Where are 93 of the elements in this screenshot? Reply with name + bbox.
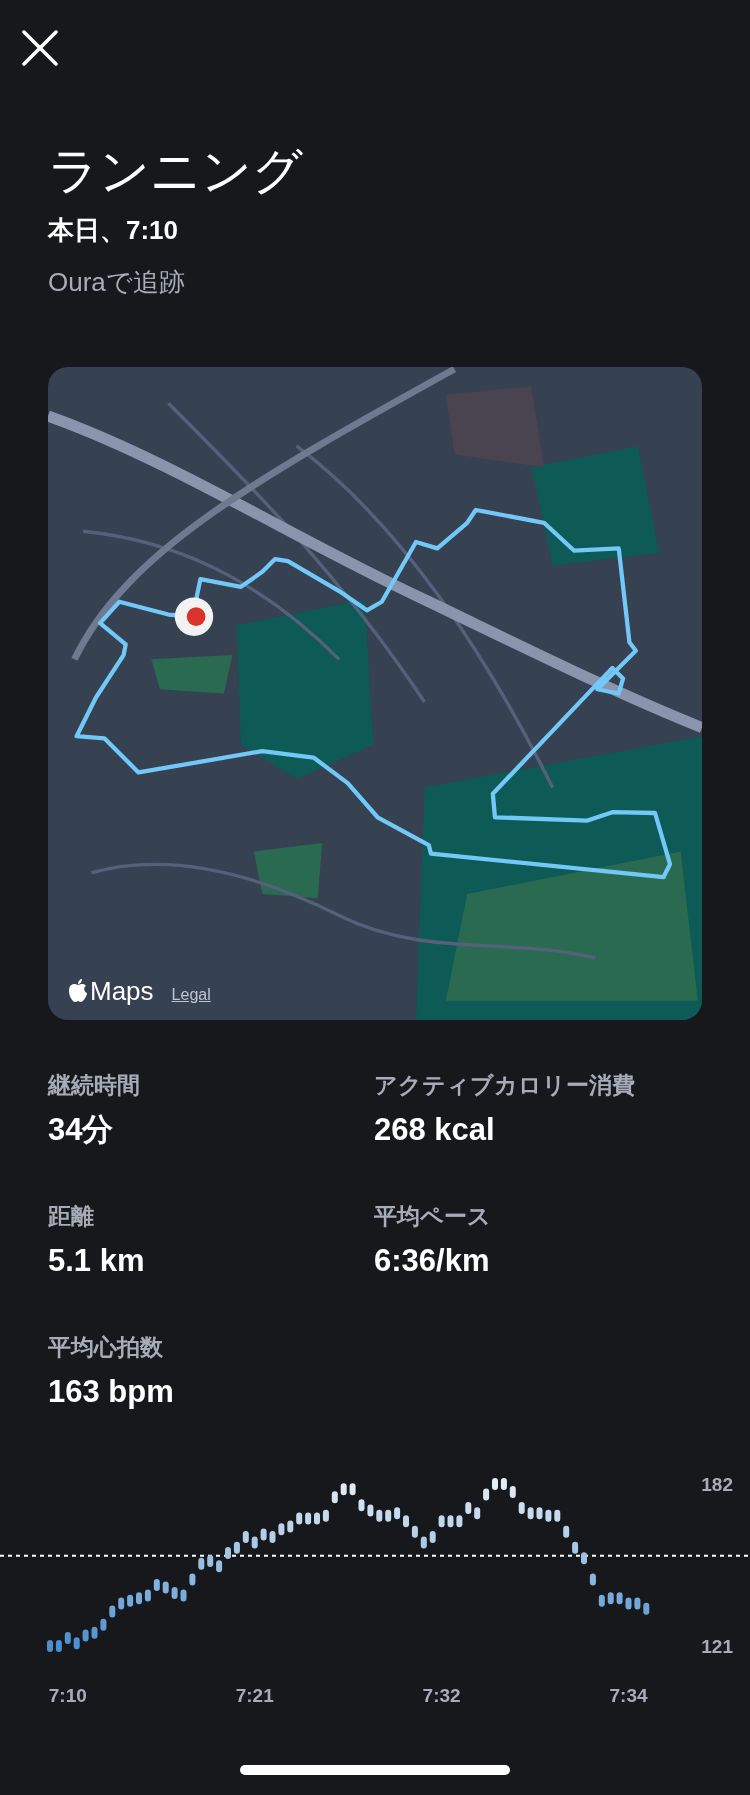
heart-rate-mark [296, 1512, 303, 1525]
x-tick-label: 7:32 [422, 1685, 461, 1706]
heart-rate-mark [607, 1592, 614, 1605]
heart-rate-mark [287, 1520, 294, 1533]
heart-rate-mark [153, 1578, 160, 1591]
stat-value: 6:36/km [374, 1242, 491, 1280]
y-tick-label: 121 [701, 1636, 733, 1657]
workout-date: 本日、7:10 [48, 214, 180, 247]
heart-rate-mark [420, 1536, 427, 1549]
heart-rate-mark [198, 1557, 205, 1570]
heart-rate-mark [109, 1605, 116, 1618]
heart-rate-mark [536, 1507, 543, 1520]
heart-rate-mark [127, 1594, 134, 1607]
heart-rate-mark [162, 1581, 169, 1594]
y-tick-label: 182 [701, 1474, 733, 1495]
x-tick-label: 7:21 [235, 1685, 274, 1706]
stat-value: 34分 [48, 1111, 115, 1149]
heart-rate-mark [242, 1531, 249, 1544]
close-icon [22, 30, 58, 66]
heart-rate-mark [500, 1478, 507, 1490]
heart-rate-mark [554, 1509, 561, 1522]
heart-rate-mark [465, 1501, 472, 1514]
heart-rate-mark [47, 1640, 53, 1652]
stat-label: 距離 [48, 1202, 95, 1231]
x-tick-label: 7:34 [609, 1685, 648, 1706]
heart-rate-mark [260, 1528, 267, 1541]
heart-rate-mark [100, 1618, 107, 1631]
heart-rate-mark [598, 1594, 605, 1607]
apple-icon [68, 979, 88, 1003]
heart-rate-mark [616, 1592, 623, 1605]
heart-rate-mark [305, 1512, 312, 1525]
heart-rate-mark [483, 1488, 490, 1501]
heart-rate-mark [73, 1637, 80, 1650]
heart-rate-mark [589, 1573, 596, 1586]
maps-logo: Maps [68, 976, 154, 1006]
heart-rate-mark [91, 1626, 98, 1639]
heart-rate-mark [643, 1602, 650, 1615]
close-button[interactable] [20, 28, 60, 68]
heart-rate-mark [207, 1555, 214, 1567]
heart-rate-mark [581, 1552, 587, 1565]
heart-rate-mark [509, 1485, 516, 1498]
heart-rate-mark [518, 1501, 525, 1514]
heart-rate-mark [225, 1547, 231, 1560]
heart-rate-mark [358, 1499, 365, 1512]
heart-rate-mark [216, 1560, 223, 1573]
heart-rate-mark [314, 1512, 320, 1525]
legal-link[interactable]: Legal [171, 984, 211, 1006]
heart-rate-mark [456, 1515, 463, 1528]
heart-rate-mark [340, 1483, 347, 1496]
heart-rate-mark [278, 1523, 285, 1536]
heart-rate-mark [349, 1483, 356, 1496]
stat-value: 268 kcal [374, 1111, 496, 1149]
heart-rate-mark [64, 1632, 71, 1645]
heart-rate-mark [634, 1597, 641, 1610]
heart-rate-mark [189, 1573, 196, 1586]
heart-rate-mark [55, 1640, 62, 1652]
heart-rate-mark [429, 1531, 436, 1544]
heart-rate-mark [118, 1597, 125, 1610]
heart-rate-mark [474, 1507, 481, 1520]
heart-rate-mark [251, 1536, 258, 1549]
heart-rate-mark [572, 1541, 579, 1554]
heart-rate-mark [171, 1586, 178, 1599]
heart-rate-mark [492, 1478, 498, 1490]
heart-rate-mark [411, 1525, 418, 1538]
heart-rate-mark [144, 1589, 151, 1602]
heart-rate-mark [269, 1531, 276, 1544]
heart-rate-mark [82, 1629, 89, 1642]
heart-rate-mark [136, 1592, 142, 1605]
x-tick-label: 7:10 [48, 1685, 87, 1706]
heart-rate-mark [322, 1509, 329, 1522]
heart-rate-mark [233, 1541, 240, 1554]
heart-rate-mark [385, 1509, 392, 1522]
heart-rate-mark [394, 1507, 401, 1520]
route-map[interactable]: Maps Legal [48, 367, 702, 1020]
stat-label: 平均ペース [374, 1202, 492, 1231]
heart-rate-mark [625, 1597, 632, 1610]
heart-rate-mark [403, 1515, 409, 1528]
heart-rate-mark [545, 1509, 552, 1522]
stat-value: 163 bpm [48, 1373, 175, 1411]
stat-label: アクティブカロリー消費 [374, 1071, 636, 1100]
stat-value: 5.1 km [48, 1242, 146, 1280]
heart-rate-mark [563, 1525, 570, 1538]
heart-rate-mark [447, 1515, 454, 1528]
heart-rate-mark [180, 1589, 187, 1602]
heart-rate-mark [527, 1507, 534, 1520]
heart-rate-mark [376, 1509, 383, 1522]
heart-rate-mark [367, 1504, 374, 1517]
heart-rate-mark [331, 1491, 338, 1504]
stat-label: 平均心拍数 [48, 1333, 164, 1362]
page-title: ランニング [48, 142, 304, 201]
tracking-source: Ouraで追跡 [48, 266, 186, 299]
stat-label: 継続時間 [48, 1071, 141, 1100]
heart-rate-mark [438, 1515, 445, 1528]
